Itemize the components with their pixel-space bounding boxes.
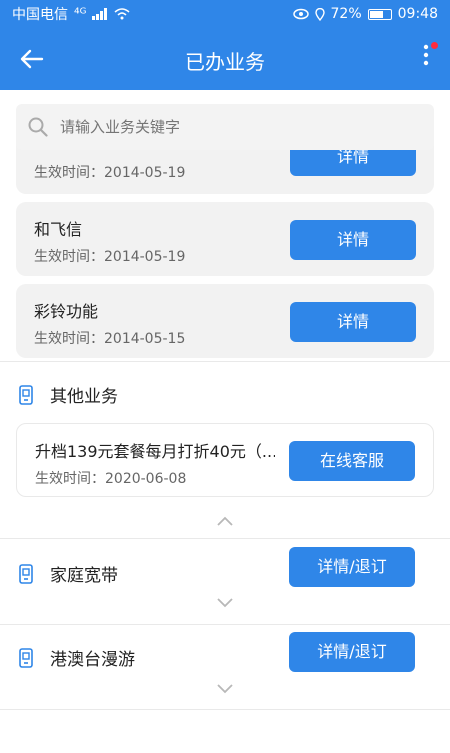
phone-card-icon [19,647,33,668]
section-title: 家庭宽带 [50,566,118,586]
location-icon [314,7,325,21]
eye-icon [292,8,309,20]
service-date: 生效时间：2014-05-19 [34,165,186,181]
carrier-label: 中国电信 [12,7,68,23]
service-name: 彩铃功能 [34,302,99,321]
signal-bars-icon [92,8,108,20]
section-divider [0,538,450,539]
phone-card-icon [19,384,33,405]
status-left: 中国电信 ⁴ᴳ [12,4,130,24]
chevron-down-icon[interactable] [217,684,233,694]
other-service-card: 升档139元套餐每月打折40元（... 生效时间：2020-06-08 在线客服 [16,423,434,497]
service-card: 彩铃功能 生效时间：2014-05-15 详情 [16,284,434,358]
chevron-down-icon[interactable] [217,598,233,608]
battery-percent: 72% [330,6,362,22]
service-name: 升档139元套餐每月打折40元（... [35,442,275,461]
battery-icon [367,8,392,20]
status-right: 72% 09:48 [292,6,438,22]
notification-badge [431,42,438,49]
phone-card-icon [19,563,33,584]
detail-unsubscribe-button[interactable]: 详情/退订 [289,547,415,587]
online-service-button[interactable]: 在线客服 [289,441,415,481]
section-divider [0,709,450,710]
section-title: 其他业务 [50,387,118,407]
wifi-icon [114,8,130,20]
search-input[interactable] [58,117,392,137]
detail-button[interactable]: 详情 [290,220,416,260]
service-date: 生效时间：2014-05-15 [34,331,186,347]
detail-unsubscribe-button[interactable]: 详情/退订 [289,632,415,672]
service-date: 生效时间：2020-06-08 [35,471,187,487]
search-bar[interactable] [16,104,434,150]
detail-button[interactable]: 详情 [290,302,416,342]
status-bar: 中国电信 ⁴ᴳ 72% 09:48 [0,0,450,28]
app-bar: 已办业务 [0,28,450,90]
section-header-roaming: 港澳台漫游 [18,645,135,670]
section-divider [0,361,450,362]
section-header-other: 其他业务 [18,382,118,407]
page-title: 已办业务 [185,50,265,74]
chevron-up-icon[interactable] [217,516,233,526]
service-name: 和飞信 [34,220,83,239]
service-card: 和飞信 生效时间：2014-05-19 详情 [16,202,434,276]
signal-label: ⁴ᴳ [74,6,87,22]
clock: 09:48 [397,6,438,22]
section-header-broadband: 家庭宽带 [18,561,118,586]
section-divider [0,624,450,625]
service-date: 生效时间：2014-05-19 [34,249,186,265]
section-title: 港澳台漫游 [50,650,135,670]
search-icon [28,117,48,137]
